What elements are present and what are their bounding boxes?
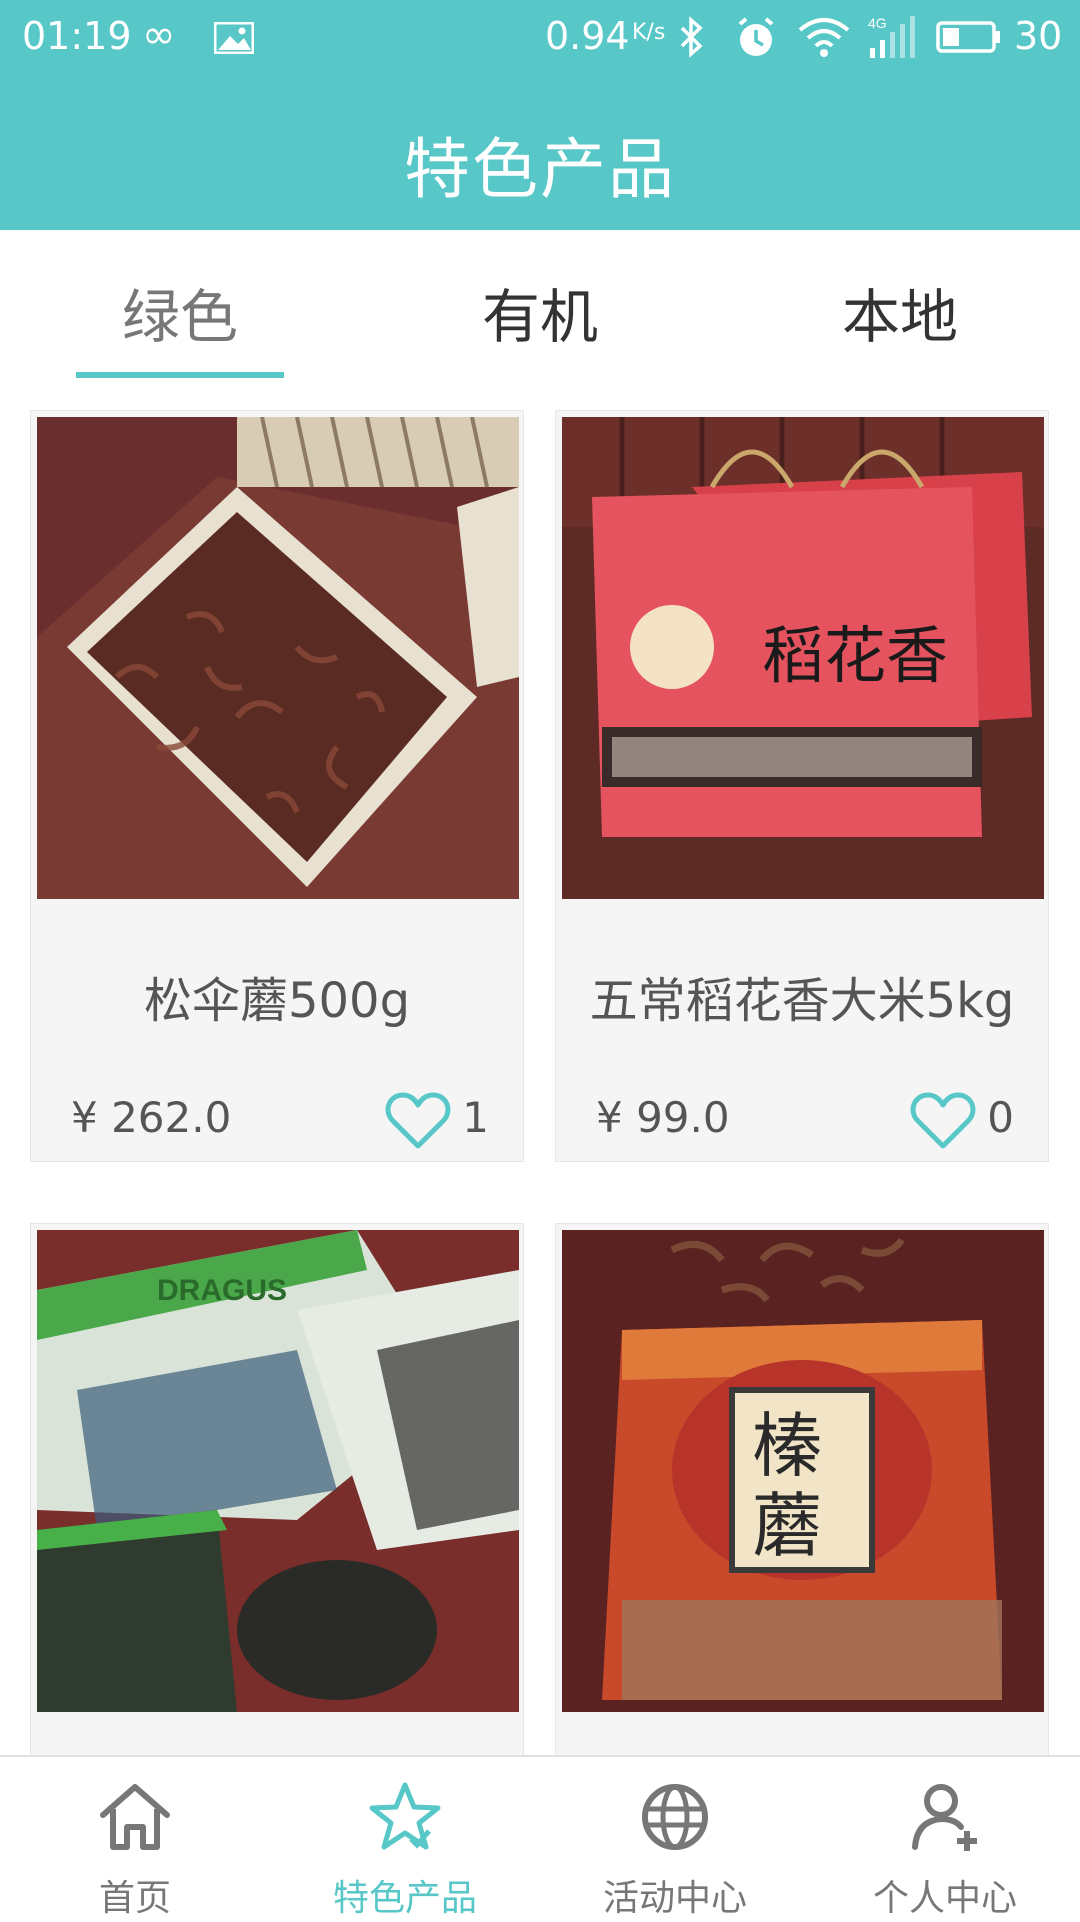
svg-text:4G: 4G — [868, 15, 887, 31]
nav-featured-products[interactable]: 特色产品 — [270, 1757, 540, 1922]
heart-icon[interactable] — [910, 1091, 976, 1151]
status-time: 01:19 — [22, 14, 132, 58]
nav-personal-center[interactable]: 个人中心 — [810, 1757, 1080, 1922]
category-tabs: 绿色 有机 本地 — [0, 230, 1080, 380]
signal-4g-icon: 4G — [868, 15, 915, 58]
product-image: 稻花香 — [562, 417, 1044, 899]
svg-text:DRAGUS: DRAGUS — [157, 1274, 287, 1307]
svg-text:榛: 榛 — [752, 1405, 822, 1487]
product-image: DRAGUS — [37, 1230, 519, 1712]
product-card[interactable]: 稻花香 五常稻花香大米5kg ¥ 99.0 0 — [555, 410, 1049, 1162]
home-icon — [100, 1784, 170, 1850]
product-price: ¥ 262.0 — [71, 1093, 232, 1142]
nav-home[interactable]: 首页 — [0, 1757, 270, 1922]
svg-text:稻花香: 稻花香 — [762, 619, 948, 692]
image-icon — [214, 22, 254, 54]
network-speed-unit: K/s — [632, 20, 666, 45]
infinity-icon: ∞ — [142, 12, 176, 58]
wifi-icon — [798, 18, 850, 57]
network-speed: 0.94 — [545, 14, 630, 58]
svg-text:蘑: 蘑 — [752, 1485, 822, 1567]
tab-organic[interactable]: 有机 — [360, 270, 720, 354]
heart-icon[interactable] — [385, 1091, 451, 1151]
nav-home-label: 首页 — [98, 1878, 171, 1919]
product-card[interactable]: 榛 蘑 — [555, 1223, 1049, 1755]
product-image: 榛 蘑 — [562, 1230, 1044, 1712]
nav-personal-label: 个人中心 — [872, 1878, 1017, 1919]
product-name: 五常稻花香大米5kg — [589, 973, 1015, 1029]
star-icon — [369, 1782, 441, 1850]
like-count: 0 — [987, 1093, 1014, 1142]
product-grid: 松伞蘑500g ¥ 262.0 1 稻花香 五常稻花香大米5kg ¥ 99.0 … — [0, 380, 1080, 1755]
product-image — [37, 417, 519, 899]
app-header: 01:19 ∞ 0.94 K/s 4G 30 特色产品 — [0, 0, 1080, 230]
product-price: ¥ 99.0 — [596, 1093, 730, 1142]
product-name: 松伞蘑500g — [143, 973, 411, 1029]
product-card[interactable]: 松伞蘑500g ¥ 262.0 1 — [30, 410, 524, 1162]
tab-local[interactable]: 本地 — [720, 270, 1080, 354]
tab-green[interactable]: 绿色 — [0, 270, 360, 354]
battery-icon — [936, 21, 1000, 53]
alarm-icon — [738, 17, 774, 56]
active-tab-indicator — [76, 372, 284, 378]
bottom-navigation: 首页 特色产品 活动中心 个人中心 — [0, 1755, 1080, 1922]
bluetooth-icon — [680, 16, 703, 58]
status-bar: 01:19 ∞ 0.94 K/s 4G 30 — [0, 0, 1080, 76]
like-count: 1 — [462, 1093, 489, 1142]
globe-icon — [642, 1784, 708, 1850]
nav-activity-center[interactable]: 活动中心 — [540, 1757, 810, 1922]
user-add-icon — [912, 1784, 977, 1851]
product-card[interactable]: DRAGUS — [30, 1223, 524, 1755]
page-title: 特色产品 — [404, 131, 676, 208]
nav-activity-label: 活动中心 — [602, 1878, 747, 1919]
battery-percent: 30 — [1014, 14, 1063, 58]
nav-featured-label: 特色产品 — [332, 1878, 477, 1919]
